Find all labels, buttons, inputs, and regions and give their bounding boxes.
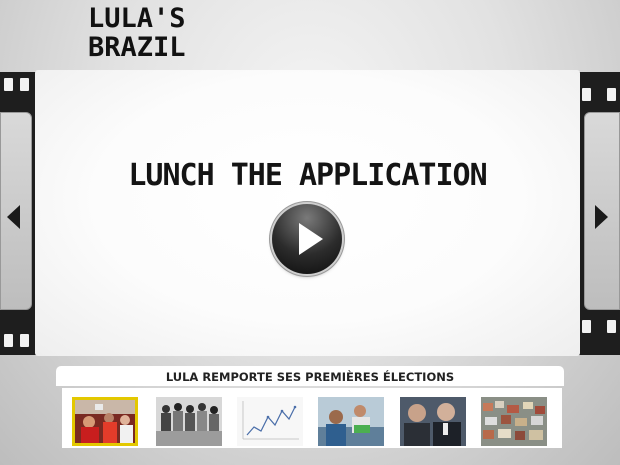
sprocket (20, 78, 29, 91)
next-arrow-icon[interactable] (595, 205, 608, 229)
thumbnail-crowd[interactable] (72, 397, 138, 446)
thumbnail-chart[interactable] (237, 397, 303, 446)
line-chart-icon (237, 397, 303, 446)
previous-arrow-icon[interactable] (7, 205, 20, 229)
main-frame: LUNCH THE APPLICATION (35, 70, 580, 356)
group-photo-icon (156, 397, 222, 446)
thumbnail-favela[interactable] (481, 397, 547, 446)
play-button[interactable] (272, 204, 342, 274)
play-icon (299, 223, 323, 255)
thumbnail-group[interactable] (156, 397, 222, 446)
sprocket (4, 78, 13, 91)
handshake-photo-icon (400, 397, 466, 446)
logo-line-2: BRAZIL (88, 32, 186, 63)
crowd-photo-icon (75, 400, 135, 443)
sprocket (607, 88, 616, 101)
sprocket (20, 334, 29, 347)
sprocket (4, 334, 13, 347)
caption-bar: LULA REMPORTE SES PREMIÈRES ÉLECTIONS (56, 366, 564, 386)
sprocket (582, 88, 591, 101)
thumbnail-handshake[interactable] (400, 397, 466, 446)
favela-photo-icon (481, 397, 547, 446)
sprocket (607, 320, 616, 333)
launch-headline: LUNCH THE APPLICATION (128, 158, 487, 193)
classroom-photo-icon (318, 397, 384, 446)
logo-line-1: LULA'S (88, 3, 186, 34)
thumbnail-classroom[interactable] (318, 397, 384, 446)
site-logo: LULA'S BRAZIL (88, 4, 186, 62)
sprocket (582, 320, 591, 333)
